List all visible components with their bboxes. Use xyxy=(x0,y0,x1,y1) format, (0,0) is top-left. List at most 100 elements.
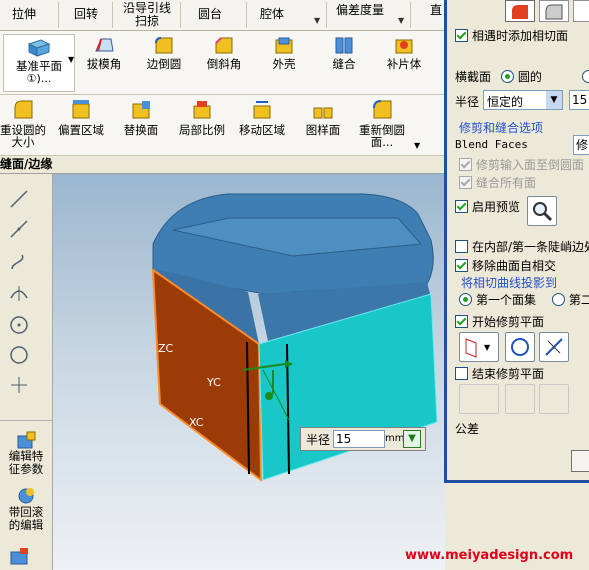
deviation-gauge-button[interactable]: 偏差度量 xyxy=(336,4,384,17)
separator xyxy=(246,2,247,28)
reblend-face-icon xyxy=(371,98,393,120)
local-scale-button[interactable]: 局部比例 xyxy=(174,98,230,136)
pattern-face-icon xyxy=(312,98,334,120)
enable-preview-row[interactable]: 启用预览 xyxy=(455,198,520,215)
trim-section-title: 修剪和缝合选项 xyxy=(459,121,544,135)
preview-magnifier-icon[interactable] xyxy=(527,196,557,226)
model-canvas xyxy=(151,193,438,483)
start-trim-plane-row[interactable]: 开始修剪平面 xyxy=(455,313,544,330)
pivot-dot xyxy=(265,392,273,400)
second-face-set-radio[interactable] xyxy=(551,293,565,306)
end-trim-plane-row[interactable]: 结束修剪平面 xyxy=(455,365,544,382)
patch-body-button[interactable]: 补片体 xyxy=(374,33,434,71)
chevron-down-icon[interactable]: ▼ xyxy=(414,141,420,150)
blend-type-button[interactable] xyxy=(539,0,569,22)
yc-axis-label: YC xyxy=(207,376,221,389)
chamfer-icon xyxy=(213,35,235,55)
zc-axis-label: ZC xyxy=(158,342,174,355)
circle-center-icon[interactable] xyxy=(8,314,30,336)
circle-radio[interactable] xyxy=(500,70,514,83)
flip-plane-icon[interactable] xyxy=(539,332,569,362)
shell-button[interactable]: 外壳 xyxy=(254,33,314,71)
draft-button[interactable]: 拔模角 xyxy=(74,33,134,71)
extrude-button[interactable]: 拉伸 xyxy=(12,8,36,21)
radius-popup-label: 半径 xyxy=(306,433,331,447)
cut-off-button[interactable]: 直 xyxy=(430,4,442,17)
offset-region-icon xyxy=(70,98,92,120)
left-tool-strip: 编辑特征参数 带回滚的编辑 xyxy=(0,174,53,570)
ribbon-row-2: 基准平面 ①)... ▼ 拔模角 边倒圆 倒斜角 外壳 缝合 补片体 xyxy=(0,31,448,95)
graphics-viewport[interactable]: ZC YC XC xyxy=(53,174,445,570)
move-region-button[interactable]: 移动区域 xyxy=(234,98,290,136)
toolbar-title: 缝面/边缘 xyxy=(0,156,448,174)
svg-text:▼: ▼ xyxy=(484,343,491,352)
chevron-down-icon[interactable]: ▼ xyxy=(398,16,404,25)
replace-face-button[interactable]: 替换面 xyxy=(118,98,164,136)
blend-type-button-2[interactable] xyxy=(573,0,589,22)
inside-first-edge-row[interactable]: 在内部/第一条陡峭边处 xyxy=(455,238,589,255)
tolerance-label: 公差 xyxy=(455,422,480,436)
boss-button[interactable]: 圆台 xyxy=(198,8,222,21)
radius-value-input[interactable]: 15 xyxy=(569,90,589,110)
end-flip-plane-icon[interactable] xyxy=(539,384,569,414)
pattern-face-button[interactable]: 图样面 xyxy=(298,98,348,136)
ribbon-row-3: 重设圆的大小 偏置区域 替换面 局部比例 移动区域 图样面 重新倒圆面... ▼ xyxy=(0,95,448,156)
edit-rollback-icon xyxy=(15,486,37,506)
cross-section-row: 横截面 圆的 xyxy=(455,68,589,85)
radius-popup-unit: mm xyxy=(385,433,405,444)
offset-region-button[interactable]: 偏置区域 xyxy=(56,98,106,136)
stitch-all-faces-row[interactable]: 缝合所有面 xyxy=(459,174,536,191)
spline-icon[interactable] xyxy=(8,250,30,272)
sew-button[interactable]: 缝合 xyxy=(314,33,374,71)
sweep-along-guide-button[interactable]: 沿导引线扫掠 xyxy=(122,2,172,28)
move-region-icon xyxy=(251,98,273,120)
first-face-set-radio[interactable] xyxy=(459,293,472,306)
resize-blend-button[interactable]: 重设圆的大小 xyxy=(0,98,46,148)
trim-input-faces-row[interactable]: 修剪输入面至倒圆面 xyxy=(459,156,584,173)
project-tangent-title: 将相切曲线投影到 xyxy=(461,276,558,290)
edit-with-rollback-button[interactable]: 带回滚的编辑 xyxy=(4,486,48,532)
circle-icon[interactable] xyxy=(8,344,30,366)
reblend-face-button[interactable]: 重新倒圆面... xyxy=(354,98,410,148)
blend-type-button-active[interactable] xyxy=(505,0,535,22)
datum-plane-button[interactable]: 基准平面 ①)... xyxy=(3,34,75,92)
chevron-down-icon[interactable]: ▼ xyxy=(314,16,320,25)
feature-icon[interactable] xyxy=(8,546,30,566)
end-trim-plane-select-icon[interactable] xyxy=(459,384,499,414)
enable-preview-checkbox[interactable] xyxy=(455,200,468,213)
arc-icon[interactable] xyxy=(8,282,30,304)
line-segment-icon[interactable] xyxy=(8,218,30,240)
datum-plane-icon xyxy=(27,38,51,58)
edge-blend-dialog: 相遇时添加相切面 横截面 圆的 半径 恒定的 ▼ 15 修剪和缝合选项 Blen… xyxy=(444,0,589,483)
blend-faces-select[interactable]: 修 xyxy=(573,135,589,155)
edit-feature-params-button[interactable]: 编辑特征参数 xyxy=(4,430,48,476)
divider xyxy=(0,420,52,421)
chamfer-button[interactable]: 倒斜角 xyxy=(194,33,254,71)
radius-popup-input[interactable]: 15 xyxy=(333,430,385,448)
ribbon-row-1: 拉伸 回转 沿导引线扫掠 圆台 腔体 ▼ 偏差度量 ▼ 直 xyxy=(0,0,448,31)
chevron-down-icon[interactable]: ▼ xyxy=(546,91,562,109)
cycle-plane-icon[interactable] xyxy=(505,332,535,362)
revolve-button[interactable]: 回转 xyxy=(74,8,98,21)
sew-icon xyxy=(333,35,355,55)
line-icon[interactable] xyxy=(8,188,30,210)
edge-blend-button[interactable]: 边倒圆 xyxy=(134,33,194,71)
face-set-row: 第一个面集 第二 xyxy=(459,291,589,308)
pocket-button[interactable]: 腔体 xyxy=(260,8,284,21)
ok-button[interactable] xyxy=(571,450,589,472)
trim-plane-select-icon[interactable]: ▼ xyxy=(459,332,499,362)
radius-mode-select[interactable]: 恒定的 ▼ xyxy=(483,90,563,110)
end-cycle-plane-icon[interactable] xyxy=(505,384,535,414)
other-section-radio[interactable] xyxy=(581,70,589,83)
point-icon[interactable] xyxy=(8,374,30,396)
separator xyxy=(58,2,59,28)
add-tangent-face-row[interactable]: 相遇时添加相切面 xyxy=(455,27,568,44)
add-tangent-face-checkbox[interactable] xyxy=(455,29,468,42)
remove-self-intersect-row[interactable]: 移除曲面自相交 xyxy=(455,257,556,274)
edit-feature-icon xyxy=(15,430,37,450)
local-scale-icon xyxy=(191,98,213,120)
radius-row: 半径 xyxy=(455,95,480,109)
radius-popup-dropdown-icon[interactable]: ▼ xyxy=(403,430,421,448)
separator xyxy=(112,2,113,28)
shell-icon xyxy=(273,35,295,55)
